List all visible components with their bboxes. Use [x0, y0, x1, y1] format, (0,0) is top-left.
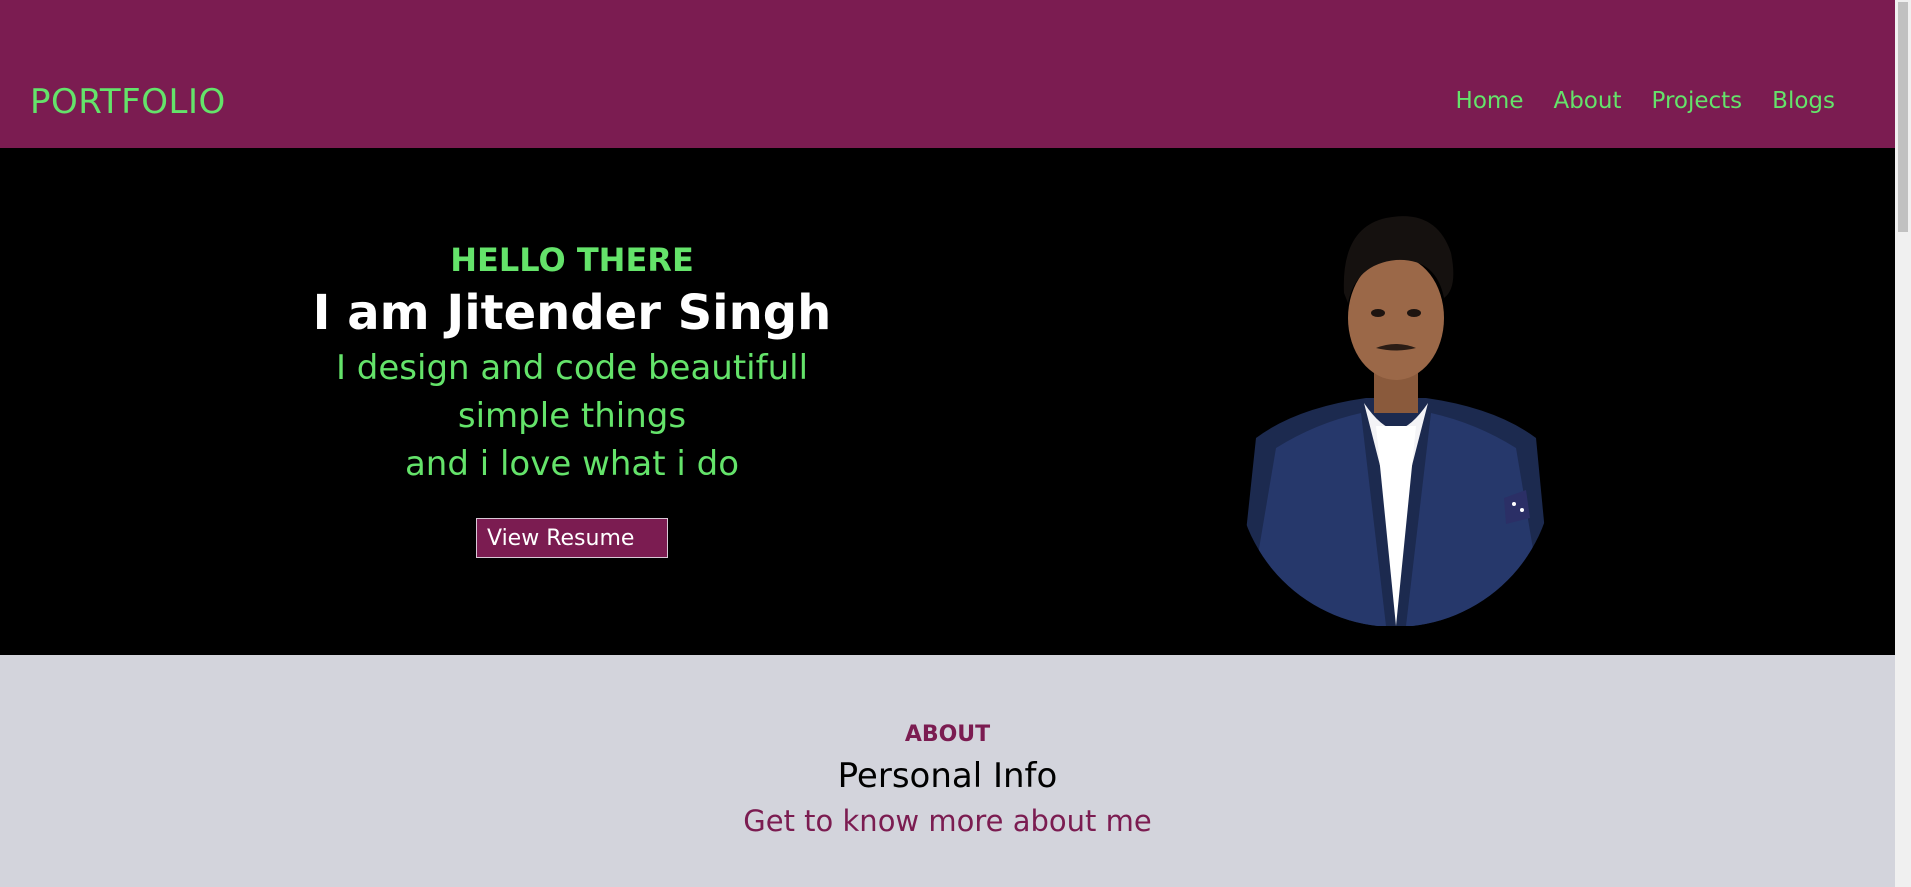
hero-tagline-line-1: I design and code beautifull — [335, 348, 809, 388]
hero-name: I am Jitender Singh — [312, 285, 832, 341]
about-subtitle: Get to know more about me — [743, 804, 1152, 838]
hero-section: HELLO THERE I am Jitender Singh I design… — [0, 148, 1895, 655]
vertical-scrollbar[interactable] — [1895, 0, 1911, 887]
about-kicker: ABOUT — [904, 722, 991, 747]
hero-greeting: HELLO THERE — [450, 241, 694, 279]
about-section: ABOUT Personal Info Get to know more abo… — [0, 655, 1895, 887]
scrollbar-thumb[interactable] — [1898, 2, 1908, 232]
profile-photo — [1236, 216, 1554, 626]
hero-text: HELLO THERE I am Jitender Singh I design… — [272, 238, 872, 558]
nav-about-link[interactable]: About — [1553, 88, 1621, 114]
main-nav: Home About Projects Blogs — [1456, 88, 1835, 114]
nav-home-link[interactable]: Home — [1456, 88, 1524, 114]
site-logo[interactable]: PORTFOLIO — [30, 82, 226, 122]
nav-projects-link[interactable]: Projects — [1651, 88, 1742, 114]
hero-tagline-line-2: simple things — [457, 396, 687, 436]
about-title: Personal Info — [837, 756, 1058, 796]
hero-tagline-line-3: and i love what i do — [404, 444, 740, 484]
site-header: PORTFOLIO Home About Projects Blogs — [0, 0, 1895, 148]
page: PORTFOLIO Home About Projects Blogs HELL… — [0, 0, 1895, 887]
view-resume-button[interactable]: View Resume — [476, 518, 668, 558]
nav-blogs-link[interactable]: Blogs — [1772, 88, 1835, 114]
